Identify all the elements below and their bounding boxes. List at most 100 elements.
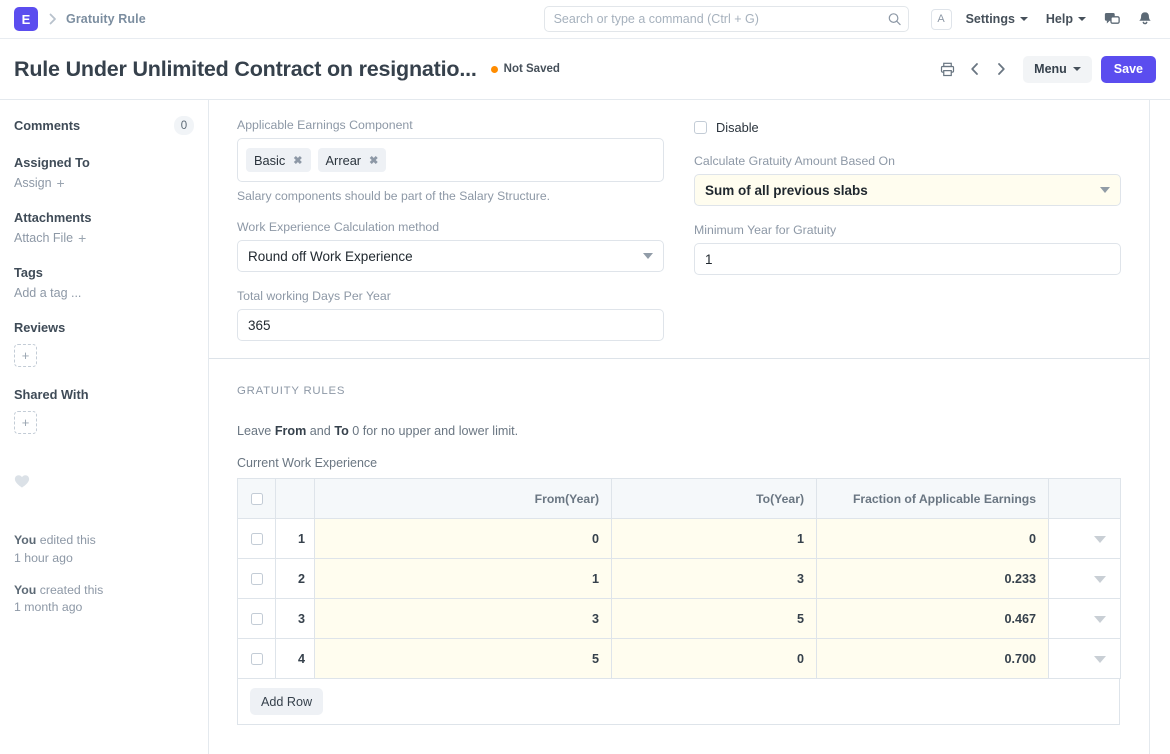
index-header — [276, 479, 315, 519]
cell-from[interactable]: 5 — [315, 639, 612, 679]
work-experience-method-label: Work Experience Calculation method — [237, 220, 664, 234]
search-box[interactable] — [544, 6, 909, 32]
calculate-based-on-select[interactable]: Sum of all previous slabs — [694, 174, 1121, 206]
field-calculate-based-on: Calculate Gratuity Amount Based On Sum o… — [694, 154, 1121, 206]
activity-action: created this — [36, 583, 103, 597]
cell-to[interactable]: 5 — [612, 599, 817, 639]
row-expand-cell[interactable] — [1049, 519, 1121, 559]
chevron-down-icon[interactable] — [1094, 616, 1106, 623]
select-all-header[interactable] — [238, 479, 276, 519]
row-select-cell[interactable] — [238, 599, 276, 639]
plus-icon: + — [57, 176, 65, 190]
column-header-to[interactable]: To(Year) — [612, 479, 817, 519]
attach-file-button[interactable]: Attach File + — [14, 231, 194, 245]
earnings-component-description: Salary components should be part of the … — [237, 189, 664, 203]
chat-icon[interactable] — [1104, 12, 1120, 27]
chevron-down-icon — [1020, 17, 1028, 21]
cell-to[interactable]: 3 — [612, 559, 817, 599]
minimum-year-input[interactable]: 1 — [694, 243, 1121, 275]
nav-settings[interactable]: Settings — [966, 12, 1028, 26]
notification-icon[interactable] — [1138, 11, 1152, 27]
form-column-left: Applicable Earnings Component Basic ✖ Ar… — [237, 118, 664, 341]
menu-button[interactable]: Menu — [1023, 56, 1092, 83]
add-share-button[interactable]: + — [14, 411, 37, 434]
print-icon[interactable] — [933, 62, 962, 77]
sidebar-assigned-to-label: Assigned To — [14, 155, 194, 170]
breadcrumb[interactable]: Gratuity Rule — [66, 12, 146, 26]
save-button[interactable]: Save — [1101, 56, 1156, 83]
row-expand-cell[interactable] — [1049, 599, 1121, 639]
disable-label: Disable — [716, 120, 759, 135]
form-section: Applicable Earnings Component Basic ✖ Ar… — [209, 100, 1149, 359]
table-head: From(Year) To(Year) Fraction of Applicab… — [238, 479, 1121, 519]
table-footer: Add Row — [237, 679, 1120, 725]
status-badge[interactable]: Not Saved — [491, 63, 560, 75]
tag-chip[interactable]: Arrear ✖ — [318, 148, 387, 172]
column-header-from[interactable]: From(Year) — [315, 479, 612, 519]
column-header-fraction[interactable]: Fraction of Applicable Earnings — [817, 479, 1049, 519]
chevron-left-icon[interactable] — [962, 62, 988, 76]
sidebar-comments[interactable]: Comments 0 — [14, 116, 194, 135]
row-expand-cell[interactable] — [1049, 559, 1121, 599]
cell-from[interactable]: 3 — [315, 599, 612, 639]
column-header-actions — [1049, 479, 1121, 519]
add-review-button[interactable]: + — [14, 344, 37, 367]
add-row-button[interactable]: Add Row — [250, 688, 323, 715]
earnings-component-input[interactable]: Basic ✖ Arrear ✖ — [237, 138, 664, 182]
status-label: Not Saved — [504, 63, 560, 75]
nav-help[interactable]: Help — [1046, 12, 1086, 26]
tag-chip-label: Basic — [254, 153, 285, 168]
assign-button[interactable]: Assign + — [14, 176, 194, 190]
sidebar-comments-count: 0 — [174, 116, 194, 135]
chevron-down-icon[interactable] — [1094, 576, 1106, 583]
table-row[interactable]: 2 1 3 0.233 — [238, 559, 1121, 599]
tag-chip[interactable]: Basic ✖ — [246, 148, 311, 172]
cell-fraction[interactable]: 0 — [817, 519, 1049, 559]
plus-icon: + — [78, 231, 86, 245]
chevron-down-icon — [1073, 67, 1081, 71]
search-icon[interactable] — [888, 13, 901, 26]
avatar[interactable]: A — [931, 9, 952, 30]
cell-to[interactable]: 1 — [612, 519, 817, 559]
disable-checkbox[interactable] — [694, 121, 707, 134]
row-select-cell[interactable] — [238, 519, 276, 559]
row-checkbox[interactable] — [251, 613, 263, 625]
cell-from[interactable]: 1 — [315, 559, 612, 599]
select-all-checkbox[interactable] — [251, 493, 263, 505]
attach-file-label: Attach File — [14, 231, 73, 245]
total-working-days-input[interactable]: 365 — [237, 309, 664, 341]
activity-item: You edited this 1 hour ago — [14, 532, 194, 568]
add-tag-input[interactable]: Add a tag ... — [14, 286, 194, 300]
row-index: 4 — [276, 639, 315, 679]
row-checkbox[interactable] — [251, 573, 263, 585]
sidebar-reviews: Reviews + — [14, 320, 194, 367]
row-select-cell[interactable] — [238, 639, 276, 679]
cell-to[interactable]: 0 — [612, 639, 817, 679]
sidebar-attachments-label: Attachments — [14, 210, 194, 225]
app-logo[interactable]: E — [14, 7, 38, 31]
row-checkbox[interactable] — [251, 533, 263, 545]
row-select-cell[interactable] — [238, 559, 276, 599]
chevron-right-icon[interactable] — [988, 62, 1014, 76]
like-icon[interactable] — [14, 474, 194, 489]
close-icon[interactable]: ✖ — [293, 154, 302, 167]
table-row[interactable]: 1 0 1 0 — [238, 519, 1121, 559]
table-row[interactable]: 4 5 0 0.700 — [238, 639, 1121, 679]
table-header-row: From(Year) To(Year) Fraction of Applicab… — [238, 479, 1121, 519]
cell-from[interactable]: 0 — [315, 519, 612, 559]
row-expand-cell[interactable] — [1049, 639, 1121, 679]
chevron-down-icon[interactable] — [1094, 536, 1106, 543]
grid-note-middle: and — [306, 424, 334, 438]
chevron-down-icon — [1078, 17, 1086, 21]
field-disable[interactable]: Disable — [694, 120, 1121, 135]
cell-fraction[interactable]: 0.700 — [817, 639, 1049, 679]
search-input[interactable] — [544, 6, 909, 32]
close-icon[interactable]: ✖ — [369, 154, 378, 167]
table-row[interactable]: 3 3 5 0.467 — [238, 599, 1121, 639]
calculate-based-on-label: Calculate Gratuity Amount Based On — [694, 154, 1121, 168]
chevron-down-icon[interactable] — [1094, 656, 1106, 663]
cell-fraction[interactable]: 0.467 — [817, 599, 1049, 639]
row-checkbox[interactable] — [251, 653, 263, 665]
cell-fraction[interactable]: 0.233 — [817, 559, 1049, 599]
work-experience-method-select[interactable]: Round off Work Experience — [237, 240, 664, 272]
